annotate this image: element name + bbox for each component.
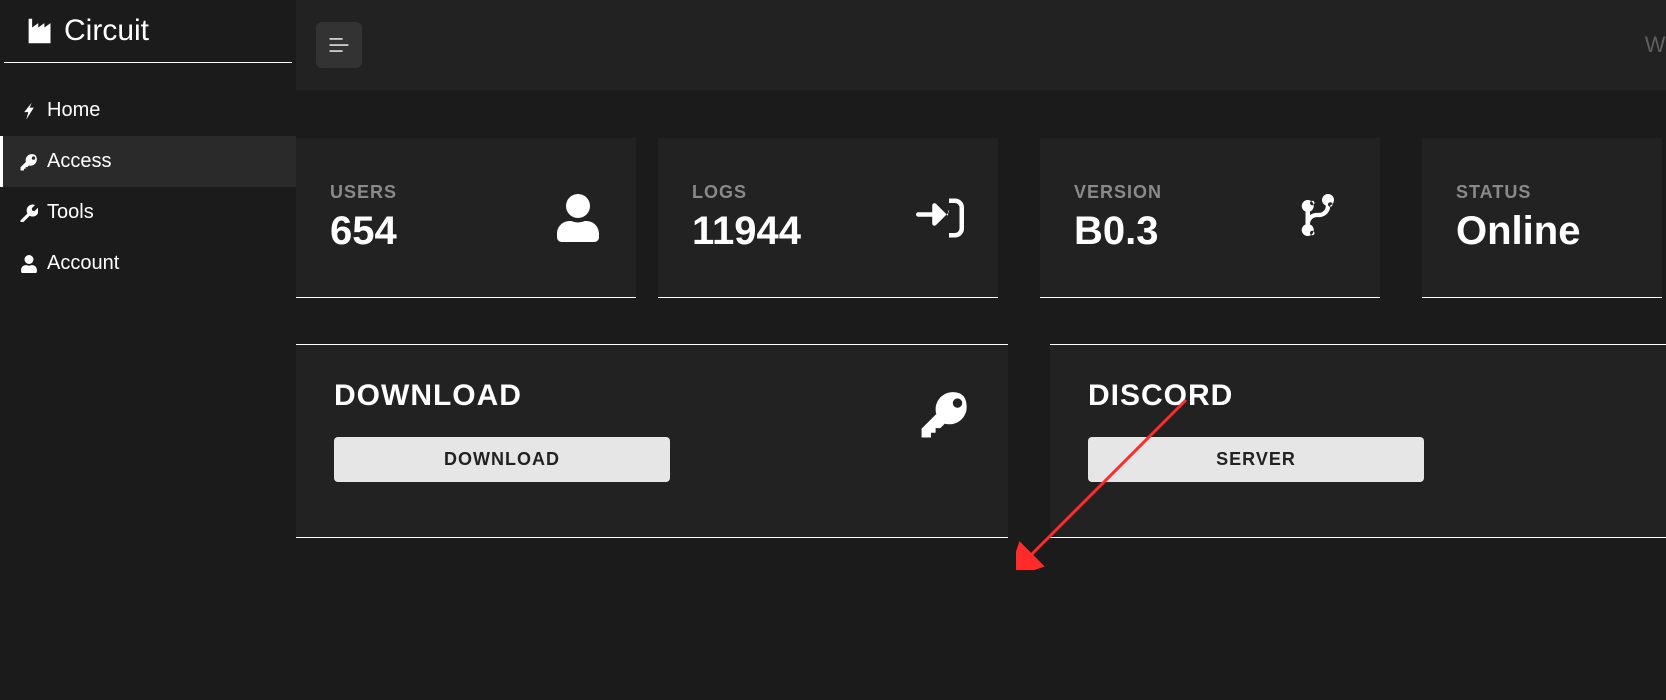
user-icon [554, 194, 602, 242]
welcome-text: Welcome [1645, 32, 1666, 58]
stat-label: USERS [330, 182, 397, 203]
panel-download: DOWNLOAD DOWNLOAD [296, 344, 1008, 538]
key-icon [19, 153, 39, 171]
stat-value: 654 [330, 209, 397, 254]
panel-title: DOWNLOAD [334, 379, 670, 413]
key-icon [920, 389, 970, 439]
stat-label: STATUS [1456, 182, 1580, 203]
panel-discord: DISCORD SERVER [1050, 344, 1666, 538]
content: USERS 654 LOGS 11944 VERSION B0.3 [296, 90, 1666, 700]
discord-server-button[interactable]: SERVER [1088, 437, 1424, 482]
sidebar-item-label: Access [47, 150, 111, 173]
topbar: Welcome [296, 0, 1666, 90]
stat-label: LOGS [692, 182, 801, 203]
branch-icon [1298, 194, 1346, 242]
user-icon [19, 255, 39, 273]
sidebar-item-access[interactable]: Access [0, 136, 296, 187]
sidebar-item-tools[interactable]: Tools [0, 187, 296, 238]
sidebar-item-label: Tools [47, 201, 94, 224]
stat-card-users: USERS 654 [296, 138, 636, 298]
stat-card-status: STATUS Online [1422, 138, 1662, 298]
sidebar-item-home[interactable]: Home [0, 85, 296, 136]
panels-row: DOWNLOAD DOWNLOAD DISCORD SERVER [296, 344, 1666, 538]
stat-value: B0.3 [1074, 209, 1162, 254]
factory-icon [26, 17, 54, 45]
sidebar-item-account[interactable]: Account [0, 238, 296, 289]
login-icon [916, 194, 964, 242]
download-button[interactable]: DOWNLOAD [334, 437, 670, 482]
stat-value: 11944 [692, 209, 801, 254]
brand: Circuit [4, 4, 292, 63]
brand-name: Circuit [64, 14, 149, 48]
sidebar-item-label: Account [47, 252, 119, 275]
toggle-sidebar-button[interactable] [316, 22, 362, 68]
sidebar-item-label: Home [47, 99, 100, 122]
panel-title: DISCORD [1088, 379, 1424, 413]
sidebar: Circuit Home Access Tools Account [0, 0, 296, 700]
stats-row: USERS 654 LOGS 11944 VERSION B0.3 [296, 138, 1666, 298]
main: Welcome USERS 654 LOGS 11944 [296, 0, 1666, 700]
bars-icon [328, 34, 350, 56]
wrench-icon [19, 204, 39, 222]
stat-card-logs: LOGS 11944 [658, 138, 998, 298]
stat-card-version: VERSION B0.3 [1040, 138, 1380, 298]
stat-label: VERSION [1074, 182, 1162, 203]
stat-value: Online [1456, 209, 1580, 254]
bolt-icon [19, 102, 39, 120]
